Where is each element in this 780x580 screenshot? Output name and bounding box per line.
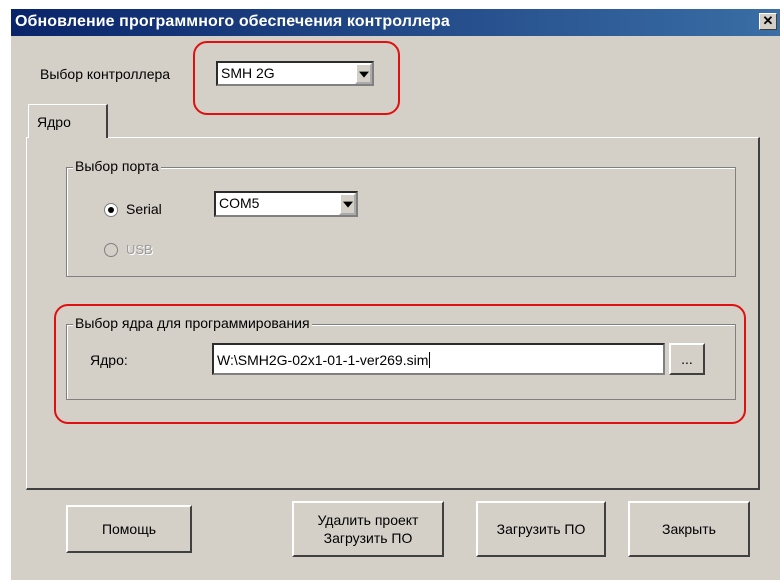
tab-core-label: Ядро — [37, 114, 71, 130]
delete-project-upload-button[interactable]: Удалить проект Загрузить ПО — [292, 501, 444, 557]
controller-select[interactable]: SMH 2G — [216, 61, 374, 86]
close-window-button[interactable]: ✕ — [759, 13, 777, 30]
close-button-label: Закрыть — [662, 521, 716, 537]
controller-label: Выбор контроллера — [40, 66, 171, 82]
tab-core[interactable]: Ядро — [28, 104, 108, 138]
window-title: Обновление программного обеспечения конт… — [15, 13, 450, 30]
com-port-select[interactable]: COM5 — [214, 191, 358, 217]
text-cursor — [429, 352, 431, 368]
delete-project-upload-label: Загрузить ПО — [323, 530, 413, 546]
port-group: Выбор порта — [66, 158, 736, 277]
core-file-path-value: W:\SMH2G-02x1-01-1-ver269.sim — [217, 352, 429, 368]
serial-radio[interactable] — [104, 203, 118, 217]
serial-radio-label: Serial — [126, 201, 162, 217]
upload-firmware-label: Загрузить ПО — [496, 521, 586, 537]
close-icon: ✕ — [762, 13, 774, 28]
usb-radio[interactable] — [104, 243, 118, 257]
controller-select-value: SMH 2G — [221, 65, 275, 81]
title-bar[interactable]: Обновление программного обеспечения конт… — [11, 9, 780, 36]
help-button-label: Помощь — [101, 521, 157, 537]
chevron-down-icon — [342, 201, 353, 208]
port-group-title: Выбор порта — [73, 158, 161, 174]
close-button[interactable]: Закрыть — [628, 501, 750, 557]
browse-button-label: ... — [681, 351, 693, 367]
upload-firmware-button[interactable]: Загрузить ПО — [476, 501, 606, 557]
usb-radio-label: USB — [126, 242, 153, 257]
com-port-select-value: COM5 — [219, 195, 260, 211]
core-group-title: Выбор ядра для программирования — [73, 315, 312, 331]
core-file-path-input[interactable]: W:\SMH2G-02x1-01-1-ver269.sim — [212, 343, 665, 375]
chevron-down-icon — [358, 71, 369, 78]
browse-button[interactable]: ... — [669, 343, 705, 375]
core-label: Ядро: — [90, 352, 128, 368]
delete-project-label: Удалить проект — [317, 512, 419, 528]
com-port-dropdown-button[interactable] — [339, 193, 356, 215]
controller-dropdown-button[interactable] — [355, 63, 372, 84]
radio-selected-dot — [108, 207, 114, 213]
help-button[interactable]: Помощь — [66, 505, 192, 553]
